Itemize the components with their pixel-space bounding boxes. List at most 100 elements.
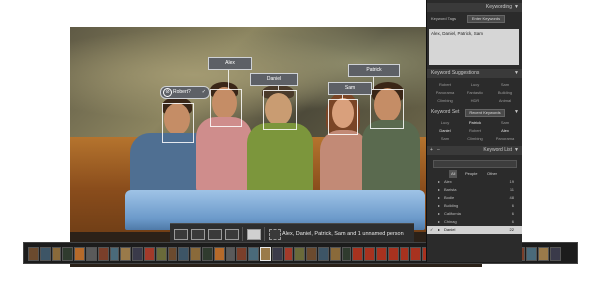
filmstrip-thumbnail[interactable] [318, 247, 329, 261]
keyword-list-row[interactable]: ▸ Chinag 6 [427, 218, 522, 226]
minus-icon[interactable]: – [437, 146, 440, 155]
filmstrip-thumbnail[interactable] [28, 247, 39, 261]
keyword-suggestion[interactable]: Panorama [431, 90, 459, 95]
filmstrip-thumbnail[interactable] [52, 247, 61, 261]
keyword-set-select[interactable]: Recent Keywords [465, 109, 505, 117]
face-tag-sam[interactable]: Sam [328, 82, 372, 95]
filmstrip-thumbnail[interactable] [156, 247, 167, 261]
filmstrip-thumbnail[interactable] [62, 247, 73, 261]
triangle-down-icon[interactable]: ▼ [514, 108, 519, 117]
keyword-suggestion[interactable]: HDR [461, 98, 489, 103]
expand-arrow-icon[interactable]: ▸ [438, 210, 440, 218]
filmstrip-thumbnail[interactable] [538, 247, 549, 261]
filmstrip-thumbnail[interactable] [410, 247, 421, 261]
filmstrip-thumbnail[interactable] [294, 247, 305, 261]
filmstrip-thumbnail[interactable] [388, 247, 399, 261]
keyword-list-row[interactable]: ▸ Bodie 48 [427, 194, 522, 202]
loupe-view-icon[interactable] [191, 229, 205, 240]
expand-arrow-icon[interactable]: ▸ [438, 194, 440, 202]
filmstrip-thumbnail[interactable] [190, 247, 201, 261]
keyword-list-header[interactable]: + – Keyword List ▼ [427, 146, 522, 155]
filmstrip-thumbnail[interactable] [306, 247, 317, 261]
filmstrip-thumbnail[interactable] [214, 247, 225, 261]
keyword-suggestion[interactable]: Robert [431, 82, 459, 87]
filter-other[interactable]: Other [487, 170, 497, 178]
filmstrip-thumbnail[interactable] [110, 247, 119, 261]
filmstrip-thumbnail[interactable] [98, 247, 109, 261]
filmstrip-thumbnail[interactable] [202, 247, 213, 261]
keyword-set-item[interactable]: Lucy [431, 120, 459, 125]
filmstrip-thumbnail[interactable] [364, 247, 375, 261]
filmstrip-thumbnail[interactable] [248, 247, 259, 261]
keyword-suggestion[interactable]: Lucy [461, 82, 489, 87]
expand-arrow-icon[interactable]: ▸ [438, 226, 440, 234]
keyword-set-item[interactable]: Patrick [461, 120, 489, 125]
filmstrip-thumbnail[interactable] [526, 247, 537, 261]
filmstrip-thumbnail[interactable] [86, 247, 97, 261]
check-icon[interactable]: ✓ [430, 226, 433, 234]
keyword-tags-textarea[interactable]: Alex, Daniel, Patrick, Sam [429, 29, 519, 65]
keywording-header[interactable]: Keywording ▼ [427, 3, 522, 12]
keyword-set-item[interactable]: Sam [491, 120, 519, 125]
keyword-suggestion[interactable]: Building [491, 90, 519, 95]
keyword-tags-mode-select[interactable]: Enter Keywords [467, 15, 505, 23]
filmstrip-thumbnail[interactable] [40, 247, 51, 261]
keyword-list-row[interactable]: ✓ ▸ Daniel 22 [427, 226, 522, 234]
keyword-suggestion[interactable]: Climbing [431, 98, 459, 103]
filmstrip-thumbnail[interactable] [74, 247, 85, 261]
face-box-patrick[interactable] [370, 89, 404, 129]
filmstrip-thumbnail[interactable] [132, 247, 143, 261]
people-view-icon[interactable] [247, 229, 261, 240]
filmstrip-thumbnail[interactable] [284, 247, 293, 261]
expand-arrow-icon[interactable]: ▸ [438, 202, 440, 210]
grid-view-icon[interactable] [174, 229, 188, 240]
plus-icon[interactable]: + [430, 146, 433, 155]
filmstrip-thumbnail[interactable] [272, 247, 283, 261]
face-box-alex[interactable] [210, 89, 242, 127]
keyword-set-item[interactable]: Panorama [491, 136, 519, 141]
expand-arrow-icon[interactable]: ▸ [438, 186, 440, 194]
filmstrip-thumbnail[interactable] [330, 247, 341, 261]
face-tag-patrick[interactable]: Patrick [348, 64, 400, 77]
keyword-list-row[interactable]: ▸ Barista 11 [427, 186, 522, 194]
keyword-set-item[interactable]: Robert [461, 128, 489, 133]
face-box-sam[interactable] [328, 99, 358, 135]
filmstrip-thumbnail[interactable] [168, 247, 177, 261]
face-box-daniel[interactable] [263, 90, 297, 130]
keyword-suggestions-header[interactable]: Keyword Suggestions ▼ [427, 69, 522, 78]
compare-view-icon[interactable] [208, 229, 222, 240]
face-tag-alex[interactable]: Alex [208, 57, 252, 70]
keyword-set-item[interactable]: Daniel [431, 128, 459, 133]
expand-arrow-icon[interactable]: ▸ [438, 218, 440, 226]
expand-arrow-icon[interactable]: ▸ [438, 178, 440, 186]
face-box-robert[interactable] [162, 103, 194, 143]
filter-all[interactable]: All [449, 170, 458, 178]
triangle-down-icon[interactable]: ▼ [514, 3, 519, 12]
filmstrip-thumbnail[interactable] [144, 247, 155, 261]
filmstrip-thumbnail[interactable] [120, 247, 131, 261]
keyword-list-row[interactable]: ▸ Alex 19 [427, 178, 522, 186]
keyword-set-item[interactable]: Sam [431, 136, 459, 141]
face-tag-daniel[interactable]: Daniel [250, 73, 298, 86]
face-region-icon[interactable] [269, 229, 281, 240]
survey-view-icon[interactable] [225, 229, 239, 240]
filmstrip-thumbnail[interactable] [550, 247, 561, 261]
triangle-down-icon[interactable]: ▼ [514, 146, 519, 155]
filmstrip-thumbnail[interactable] [342, 247, 351, 261]
filmstrip-thumbnail[interactable] [400, 247, 409, 261]
triangle-down-icon[interactable]: ▼ [514, 69, 519, 78]
face-tag-robert-unconfirmed[interactable]: ⊘ Robert? ✓ [160, 86, 210, 99]
keyword-filter-input[interactable] [433, 160, 517, 168]
filmstrip-thumbnail[interactable] [236, 247, 247, 261]
keyword-suggestion[interactable]: Sam [491, 82, 519, 87]
confirm-check-icon[interactable]: ✓ [202, 87, 206, 98]
keyword-set-item[interactable]: Alex [491, 128, 519, 133]
keyword-list-row[interactable]: ▸ Building 6 [427, 202, 522, 210]
filmstrip-thumbnail[interactable] [352, 247, 363, 261]
reject-icon[interactable]: ⊘ [163, 88, 172, 97]
keyword-set-item[interactable]: Climbing [461, 136, 489, 141]
filmstrip-thumbnail[interactable] [178, 247, 189, 261]
keyword-suggestion[interactable]: Animal [491, 98, 519, 103]
filter-people[interactable]: People [465, 170, 477, 178]
keyword-suggestion[interactable]: Fantastic [461, 90, 489, 95]
